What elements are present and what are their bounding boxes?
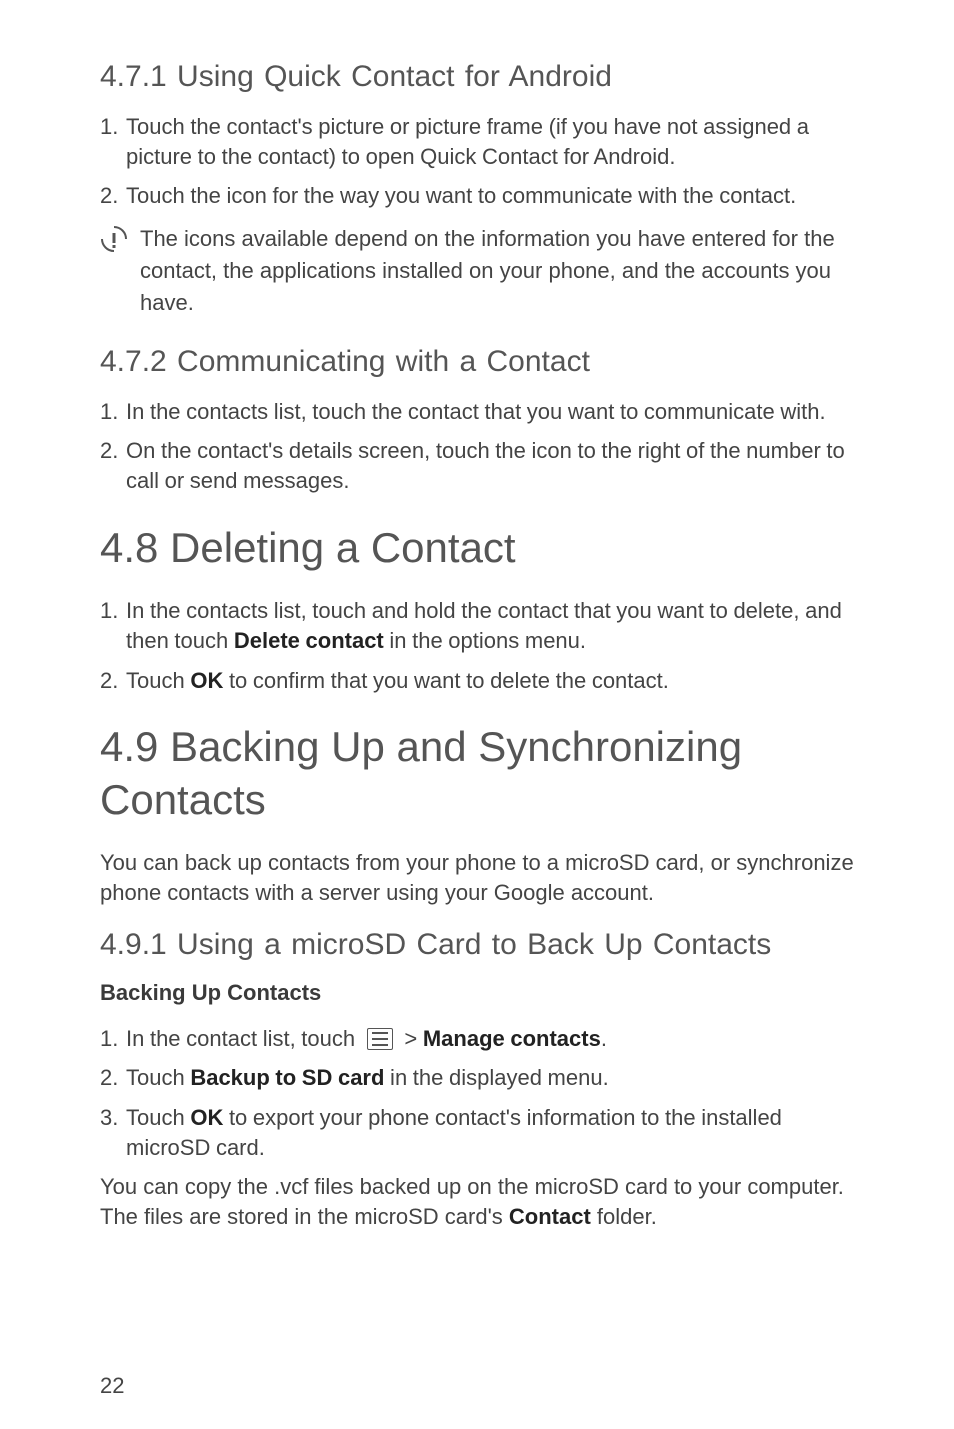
text-post: in the options menu. xyxy=(384,628,586,653)
list-4-7-2: 1. In the contacts list, touch the conta… xyxy=(100,397,854,496)
list-item: 1. Touch the contact's picture or pictur… xyxy=(100,112,854,171)
list-4-9-1: 1. In the contact list, touch > Manage c… xyxy=(100,1024,854,1163)
list-text: In the contacts list, touch the contact … xyxy=(126,397,854,427)
text-post: to confirm that you want to delete the c… xyxy=(223,668,669,693)
note-callout: The icons available depend on the inform… xyxy=(100,223,854,319)
list-text: Touch Backup to SD card in the displayed… xyxy=(126,1063,854,1093)
closing-4-9-1: You can copy the .vcf files backed up on… xyxy=(100,1172,854,1231)
heading-4-7-1: 4.7.1 Using Quick Contact for Android xyxy=(100,60,854,94)
text-pre: Touch xyxy=(126,668,190,693)
list-4-7-1: 1. Touch the contact's picture or pictur… xyxy=(100,112,854,211)
note-text: The icons available depend on the inform… xyxy=(140,223,854,319)
list-item: 1. In the contacts list, touch the conta… xyxy=(100,397,854,427)
list-text: Touch the icon for the way you want to c… xyxy=(126,181,854,211)
text-bold: OK xyxy=(190,668,223,693)
list-4-8: 1. In the contacts list, touch and hold … xyxy=(100,596,854,695)
text-post: folder. xyxy=(591,1204,657,1229)
text-pre: Touch xyxy=(126,1105,190,1130)
heading-4-8: 4.8 Deleting a Contact xyxy=(100,522,854,575)
list-item: 1. In the contacts list, touch and hold … xyxy=(100,596,854,655)
list-number: 2. xyxy=(100,666,126,696)
text-pre: In the contact list, touch xyxy=(126,1026,361,1051)
list-item: 3. Touch OK to export your phone contact… xyxy=(100,1103,854,1162)
heading-4-9: 4.9 Backing Up and Synchronizing Contact… xyxy=(100,721,854,826)
text-bold: OK xyxy=(190,1105,223,1130)
page-number: 22 xyxy=(100,1373,124,1399)
list-item: 2. Touch the icon for the way you want t… xyxy=(100,181,854,211)
list-text: Touch OK to export your phone contact's … xyxy=(126,1103,854,1162)
list-number: 1. xyxy=(100,397,126,427)
text-pre: Touch xyxy=(126,1065,190,1090)
list-text: Touch the contact's picture or picture f… xyxy=(126,112,854,171)
alert-icon xyxy=(100,225,128,258)
list-item: 2. Touch OK to confirm that you want to … xyxy=(100,666,854,696)
text-post: to export your phone contact's informati… xyxy=(126,1105,782,1160)
list-item: 2. On the contact's details screen, touc… xyxy=(100,436,854,495)
list-number: 1. xyxy=(100,1024,126,1054)
text-pre: You can copy the .vcf files backed up on… xyxy=(100,1174,844,1229)
list-number: 1. xyxy=(100,596,126,626)
list-number: 2. xyxy=(100,436,126,466)
text-post: in the displayed menu. xyxy=(384,1065,608,1090)
list-item: 1. In the contact list, touch > Manage c… xyxy=(100,1024,854,1054)
subheading-backing-up: Backing Up Contacts xyxy=(100,980,854,1006)
text-bold: Backup to SD card xyxy=(190,1065,384,1090)
list-text: Touch OK to confirm that you want to del… xyxy=(126,666,854,696)
intro-4-9: You can back up contacts from your phone… xyxy=(100,848,854,907)
menu-icon xyxy=(367,1028,393,1050)
text-post: . xyxy=(601,1026,607,1051)
list-number: 3. xyxy=(100,1103,126,1133)
list-number: 2. xyxy=(100,181,126,211)
list-number: 1. xyxy=(100,112,126,142)
list-text: In the contact list, touch > Manage cont… xyxy=(126,1024,854,1054)
gt-sep: > xyxy=(399,1026,423,1051)
text-bold: Manage contacts xyxy=(423,1026,601,1051)
list-text: On the contact's details screen, touch t… xyxy=(126,436,854,495)
heading-4-7-2: 4.7.2 Communicating with a Contact xyxy=(100,345,854,379)
heading-4-9-1: 4.9.1 Using a microSD Card to Back Up Co… xyxy=(100,928,854,962)
text-bold: Delete contact xyxy=(234,628,384,653)
text-bold: Contact xyxy=(509,1204,591,1229)
list-number: 2. xyxy=(100,1063,126,1093)
list-item: 2. Touch Backup to SD card in the displa… xyxy=(100,1063,854,1093)
list-text: In the contacts list, touch and hold the… xyxy=(126,596,854,655)
